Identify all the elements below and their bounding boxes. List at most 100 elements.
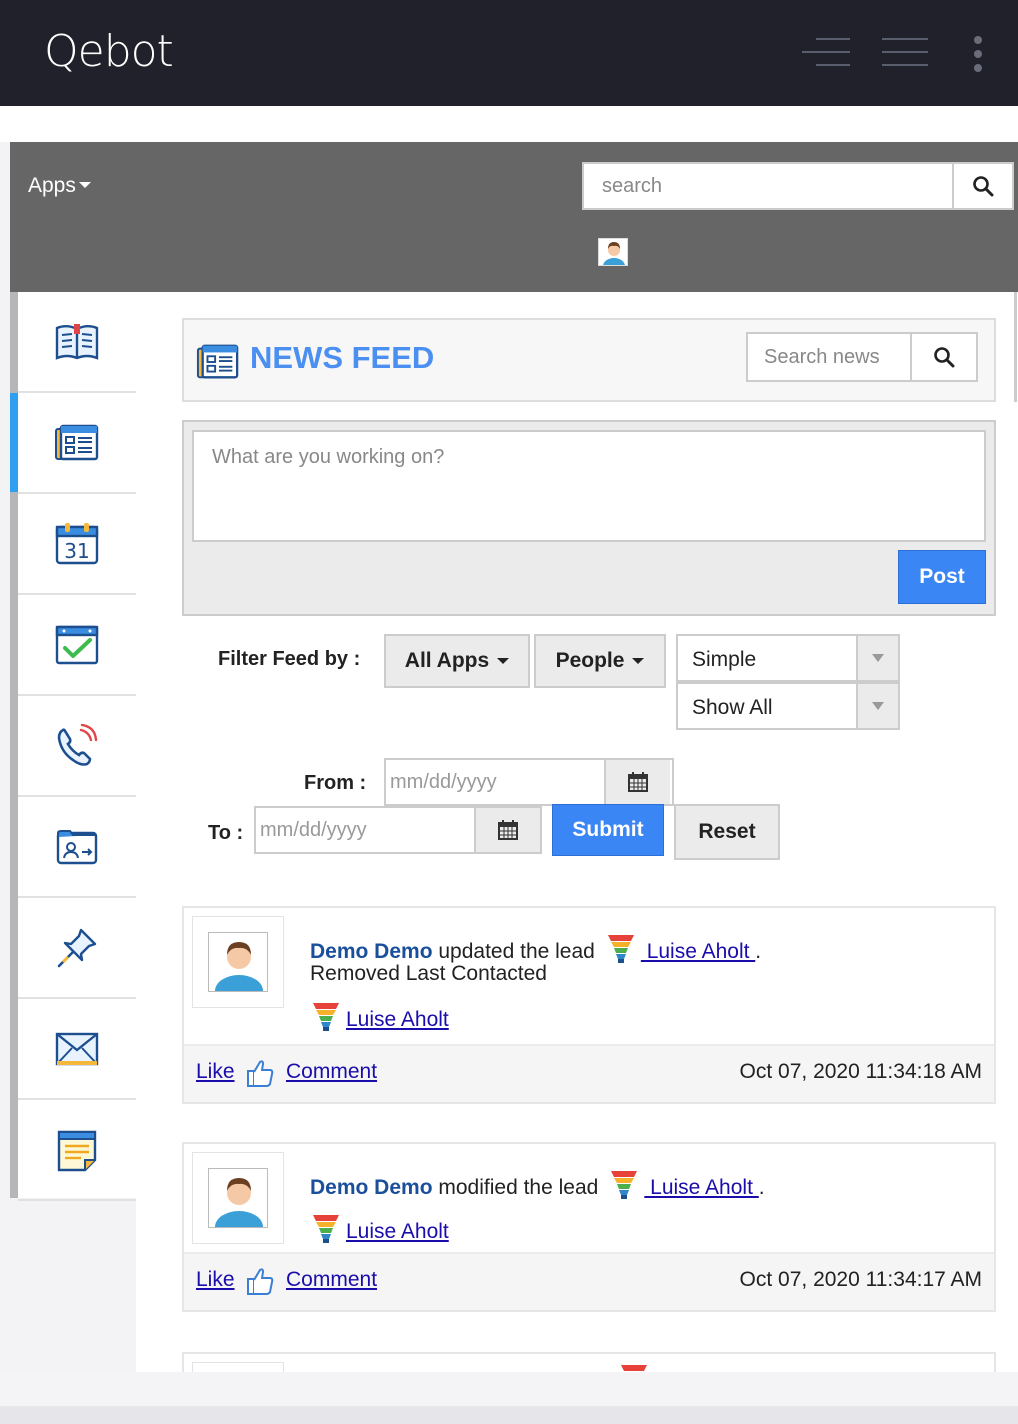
calendar-icon bbox=[628, 772, 648, 792]
lead-funnel-icon bbox=[313, 1215, 339, 1243]
filter-label: Filter Feed by : bbox=[218, 648, 361, 670]
brand-logo[interactable]: Qebot bbox=[44, 26, 174, 77]
feed-trailing: . bbox=[758, 1176, 765, 1199]
phone-icon bbox=[57, 723, 98, 766]
sidebar-item-mail[interactable] bbox=[18, 999, 136, 1100]
newsfeed-header: NEWS FEED bbox=[182, 318, 996, 402]
post-button[interactable]: Post bbox=[898, 550, 986, 604]
view-mode-select[interactable]: Simple bbox=[676, 634, 900, 682]
caret-down-icon bbox=[632, 658, 645, 664]
feed-item-lead: Luise Aholt bbox=[300, 1000, 449, 1032]
news-search-button[interactable] bbox=[910, 334, 976, 380]
app-sidebar: 31 bbox=[10, 292, 136, 1201]
calendar-icon: 31 bbox=[55, 522, 99, 564]
post-composer: Post bbox=[182, 420, 996, 616]
feed-item: Demo Demo modified the lead Luise Aholt … bbox=[182, 1142, 996, 1312]
lead-funnel-icon bbox=[607, 935, 634, 963]
task-check-icon bbox=[55, 625, 99, 664]
feed-trailing: . bbox=[755, 940, 762, 963]
from-date-picker[interactable] bbox=[604, 760, 670, 804]
bottom-edge bbox=[0, 1372, 1018, 1424]
hamburger-menu-icon[interactable] bbox=[882, 36, 928, 68]
search-icon bbox=[934, 347, 955, 368]
avatar[interactable] bbox=[192, 916, 284, 1008]
envelope-icon bbox=[55, 1032, 99, 1065]
view-mode-value: Simple bbox=[692, 648, 757, 671]
main-content: NEWS FEED Post Filter Feed by : All Apps… bbox=[136, 292, 1012, 1372]
pushpin-icon bbox=[57, 928, 97, 967]
collapse-menu-icon[interactable] bbox=[802, 36, 850, 68]
reset-button[interactable]: Reset bbox=[674, 804, 780, 860]
submit-button[interactable]: Submit bbox=[552, 804, 664, 856]
main-scrollbar[interactable] bbox=[1012, 292, 1018, 1372]
newsfeed-icon bbox=[55, 424, 99, 460]
people-dropdown[interactable]: People bbox=[534, 634, 666, 688]
lead-link[interactable]: Luise Aholt bbox=[641, 940, 755, 963]
apps-dropdown[interactable]: Apps bbox=[28, 174, 91, 198]
lead-name-link[interactable]: Luise Aholt bbox=[346, 1008, 449, 1031]
feed-item-partial bbox=[182, 1352, 996, 1372]
select-arrow-icon bbox=[856, 684, 898, 728]
lead-link[interactable]: Luise Aholt bbox=[644, 1176, 758, 1199]
all-apps-label: All Apps bbox=[404, 649, 490, 672]
to-date-field bbox=[254, 806, 542, 854]
like-link[interactable]: Like bbox=[196, 1060, 235, 1084]
sidebar-item-newsfeed[interactable] bbox=[10, 393, 136, 494]
comment-link[interactable]: Comment bbox=[286, 1268, 377, 1292]
feed-item-lead: Luise Aholt bbox=[300, 1212, 449, 1244]
global-search-button[interactable] bbox=[952, 164, 1012, 208]
sidebar-item-pins[interactable] bbox=[18, 898, 136, 999]
scope-value: Show All bbox=[692, 696, 773, 719]
scope-select[interactable]: Show All bbox=[676, 682, 900, 730]
feed-action: updated the lead bbox=[438, 940, 595, 963]
news-search-input[interactable] bbox=[748, 334, 910, 380]
sidebar-item-calendar[interactable]: 31 bbox=[18, 494, 136, 595]
global-search-input[interactable] bbox=[584, 164, 952, 208]
page-title: NEWS FEED bbox=[250, 340, 435, 375]
to-date-input[interactable] bbox=[256, 808, 474, 852]
sidebar-item-notes[interactable] bbox=[18, 1100, 136, 1201]
caret-down-icon bbox=[78, 182, 91, 188]
feed-item-headline: Demo Demo modified the lead Luise Aholt … bbox=[310, 1168, 765, 1200]
feed-item-headline: Demo Demo updated the lead Luise Aholt . bbox=[310, 932, 761, 964]
feed-user-name[interactable]: Demo Demo bbox=[310, 940, 433, 963]
like-link[interactable]: Like bbox=[196, 1268, 235, 1292]
app-bar: Apps bbox=[10, 142, 1018, 292]
sidebar-item-contacts[interactable] bbox=[18, 797, 136, 898]
sidebar-item-calls[interactable] bbox=[18, 696, 136, 797]
global-search bbox=[582, 162, 1014, 210]
feed-item-footer: Like Comment Oct 07, 2020 11:34:17 AM bbox=[184, 1252, 994, 1310]
caret-down-icon bbox=[497, 658, 510, 664]
news-search bbox=[746, 332, 978, 382]
post-textarea[interactable] bbox=[192, 430, 986, 542]
more-options-icon[interactable] bbox=[972, 36, 984, 72]
avatar[interactable] bbox=[192, 1362, 284, 1372]
sidebar-item-guide[interactable] bbox=[18, 292, 136, 393]
thumbs-up-icon[interactable] bbox=[246, 1058, 274, 1088]
user-avatar[interactable] bbox=[598, 238, 628, 266]
to-label: To : bbox=[208, 822, 244, 844]
lead-funnel-icon bbox=[621, 1365, 647, 1371]
from-date-input[interactable] bbox=[386, 760, 604, 804]
sidebar-item-tasks[interactable] bbox=[18, 595, 136, 696]
comment-link[interactable]: Comment bbox=[286, 1060, 377, 1084]
calendar-icon bbox=[498, 820, 518, 840]
scrollbar-thumb[interactable] bbox=[1014, 292, 1017, 402]
all-apps-dropdown[interactable]: All Apps bbox=[384, 634, 530, 688]
lead-name-link[interactable]: Luise Aholt bbox=[346, 1220, 449, 1243]
notes-icon bbox=[57, 1130, 97, 1171]
to-date-picker[interactable] bbox=[474, 808, 540, 852]
apps-label: Apps bbox=[28, 174, 76, 197]
feed-user-name[interactable]: Demo Demo bbox=[310, 1176, 433, 1199]
contact-card-icon bbox=[56, 829, 98, 864]
avatar[interactable] bbox=[192, 1152, 284, 1244]
spacer-band bbox=[0, 106, 1018, 142]
feed-timestamp: Oct 07, 2020 11:34:17 AM bbox=[739, 1268, 982, 1291]
people-label: People bbox=[555, 649, 625, 672]
feed-timestamp: Oct 07, 2020 11:34:18 AM bbox=[739, 1060, 982, 1083]
select-arrow-icon bbox=[856, 636, 898, 680]
feed-item-detail: Removed Last Contacted bbox=[310, 962, 547, 985]
thumbs-up-icon[interactable] bbox=[246, 1266, 274, 1296]
svg-text:31: 31 bbox=[64, 539, 89, 563]
from-label: From : bbox=[304, 772, 367, 794]
